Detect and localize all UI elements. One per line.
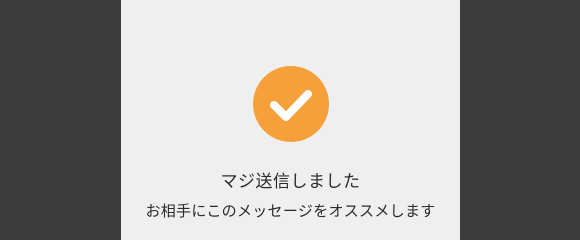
- checkmark-circle: [253, 66, 329, 142]
- success-badge: [253, 66, 329, 142]
- dialog-title: マジ送信しました: [220, 172, 361, 192]
- overlay-right: [460, 0, 580, 240]
- overlay-left: [0, 0, 121, 240]
- dialog-message: お相手にこのメッセージをオススメします: [145, 202, 436, 220]
- checkmark-icon: [253, 66, 329, 142]
- success-dialog: マジ送信しました お相手にこのメッセージをオススメします: [121, 0, 460, 240]
- screen: マジ送信しました お相手にこのメッセージをオススメします: [0, 0, 580, 240]
